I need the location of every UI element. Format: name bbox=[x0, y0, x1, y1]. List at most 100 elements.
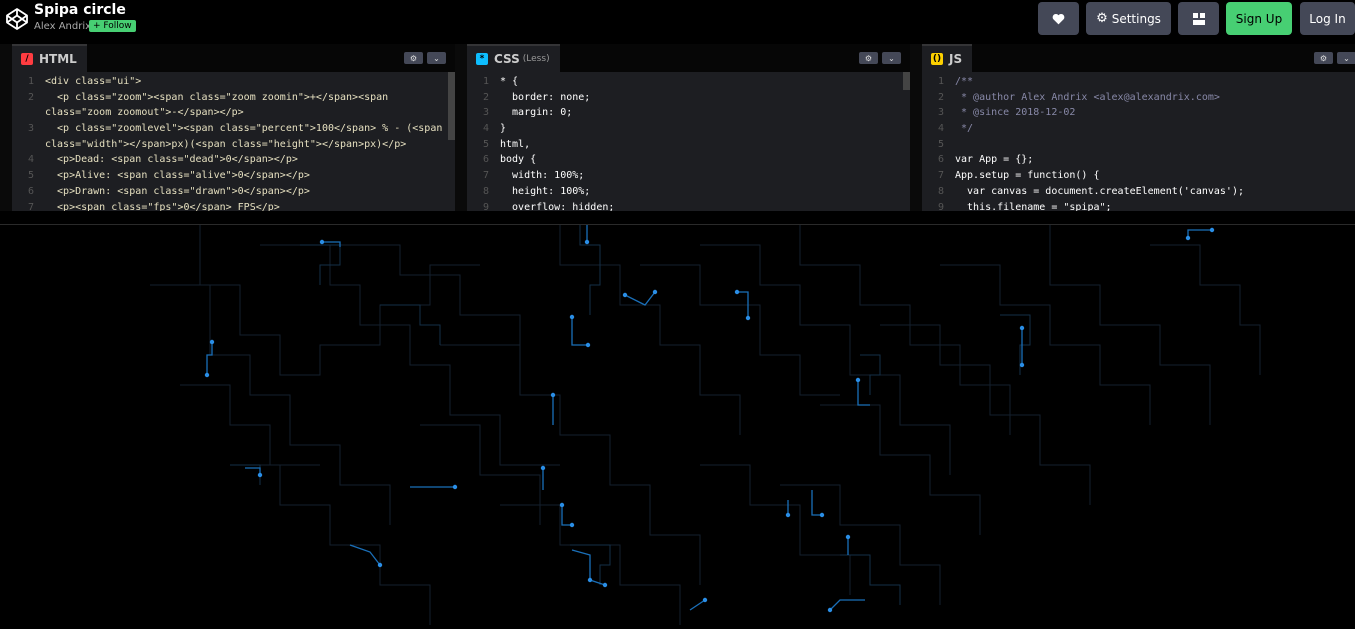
code-text: <div class="ui"> bbox=[45, 76, 142, 87]
code-line[interactable]: 8 height: 100%; bbox=[467, 184, 910, 200]
line-number: 3 bbox=[482, 107, 489, 119]
code-line[interactable]: 4} bbox=[467, 121, 910, 137]
code-text: overflow: hidden; bbox=[500, 201, 615, 212]
line-number: 2 bbox=[482, 91, 489, 103]
html-editor-panel: / HTML ⚙ ⌄ 1 <div class="ui"> 2 <p class="… bbox=[12, 44, 455, 211]
code-text: margin: 0; bbox=[500, 107, 573, 119]
code-line[interactable]: 5 bbox=[922, 137, 1355, 153]
preview-canvas[interactable] bbox=[0, 225, 1355, 625]
code-text: * { bbox=[500, 76, 519, 87]
code-line[interactable]: 3 margin: 0; bbox=[467, 105, 910, 121]
code-text: <p class="zoom"><span class="zoom zoomin… bbox=[45, 91, 389, 103]
code-line[interactable]: 2 * @author Alex Andrix <alex@alexandrix… bbox=[922, 90, 1355, 106]
line-number: 6 bbox=[482, 154, 489, 166]
html-code[interactable]: 1 <div class="ui"> 2 <p class="zoom"><span… bbox=[12, 74, 455, 211]
code-line[interactable]: 3 <p class="zoomlevel"><span class="perc… bbox=[12, 121, 455, 137]
code-line[interactable]: 6 var App = {}; bbox=[922, 152, 1355, 168]
line-number: 8 bbox=[937, 185, 944, 197]
code-line[interactable]: 9 overflow: hidden; bbox=[467, 200, 910, 212]
code-text: var canvas = document.createElement('can… bbox=[955, 185, 1244, 197]
preview-resizer[interactable] bbox=[0, 211, 1355, 225]
code-text: height: 100%; bbox=[500, 185, 591, 197]
html-tab[interactable]: / HTML bbox=[12, 44, 87, 72]
editor-divider[interactable] bbox=[910, 44, 922, 211]
top-bar: Spipa circle Alex Andrix + Follow ⚙ Sett… bbox=[0, 0, 1355, 45]
code-text: * @since 2018-12-02 bbox=[955, 107, 1076, 119]
code-line[interactable]: 7 App.setup = function() { bbox=[922, 168, 1355, 184]
line-number: 4 bbox=[937, 123, 944, 135]
signup-button[interactable]: Sign Up bbox=[1226, 2, 1292, 35]
js-tab-label: JS bbox=[949, 52, 963, 66]
css-tab-label: CSS bbox=[494, 52, 520, 66]
code-line[interactable]: 2 <p class="zoom"><span class="zoom zoom… bbox=[12, 90, 455, 106]
code-line[interactable]: 3 * @since 2018-12-02 bbox=[922, 105, 1355, 121]
code-line[interactable]: 5 html, bbox=[467, 137, 910, 153]
spipa-artwork bbox=[150, 225, 1261, 625]
editor-divider[interactable] bbox=[0, 44, 12, 211]
html-scrollbar[interactable] bbox=[448, 72, 455, 140]
line-number: 3 bbox=[27, 123, 34, 135]
code-line[interactable]: 6 body { bbox=[467, 152, 910, 168]
js-settings-gear-icon[interactable]: ⚙ bbox=[1314, 52, 1333, 64]
html-settings-gear-icon[interactable]: ⚙ bbox=[404, 52, 423, 64]
layout-grid-icon bbox=[1192, 12, 1205, 25]
code-line[interactable]: 1 /** bbox=[922, 74, 1355, 90]
js-collapse-chevron-down-icon[interactable]: ⌄ bbox=[1337, 52, 1355, 64]
css-preprocessor-label: (Less) bbox=[522, 54, 550, 64]
css-scrollbar[interactable] bbox=[903, 72, 910, 90]
line-number: 9 bbox=[937, 201, 944, 212]
code-line[interactable]: 8 var canvas = document.createElement('c… bbox=[922, 184, 1355, 200]
css-collapse-chevron-down-icon[interactable]: ⌄ bbox=[882, 52, 901, 64]
code-line[interactable]: 9 this.filename = "spipa"; bbox=[922, 200, 1355, 212]
follow-button[interactable]: + Follow bbox=[89, 20, 136, 32]
line-number: 2 bbox=[937, 91, 944, 103]
settings-button[interactable]: ⚙ Settings bbox=[1086, 2, 1171, 35]
line-number: 7 bbox=[27, 201, 34, 212]
code-line[interactable]: 1 <div class="ui"> bbox=[12, 74, 455, 90]
js-editor-panel: () JS ⚙ ⌄ 1 /** 2 * @author Alex Andrix <a… bbox=[922, 44, 1355, 211]
editor-divider[interactable] bbox=[455, 44, 467, 211]
code-text: width: 100%; bbox=[500, 170, 585, 182]
code-line[interactable]: 7 <p><span class="fps">0</span> FPS</p> bbox=[12, 200, 455, 212]
line-number: 5 bbox=[482, 138, 489, 150]
css-settings-gear-icon[interactable]: ⚙ bbox=[859, 52, 878, 64]
login-button[interactable]: Log In bbox=[1300, 2, 1355, 35]
css-tab[interactable]: * CSS (Less) bbox=[467, 44, 560, 72]
css-code[interactable]: 1 * {2 border: none; 3 margin: 0; 4} 5 html, 6… bbox=[467, 74, 910, 211]
css-editor-panel: * CSS (Less) ⚙ ⌄ 1 * {2 border: none; 3 ma… bbox=[467, 44, 910, 211]
code-text: <p>Drawn: <span class="drawn">0</span></… bbox=[45, 185, 310, 197]
heart-button[interactable] bbox=[1038, 2, 1079, 35]
code-text: html, bbox=[500, 138, 531, 150]
code-text: * @author Alex Andrix <alex@alexandrix.c… bbox=[955, 91, 1220, 103]
code-line[interactable]: 1 * { bbox=[467, 74, 910, 90]
line-number: 1 bbox=[27, 76, 34, 87]
code-line[interactable]: 4 <p>Dead: <span class="dead">0</span></… bbox=[12, 152, 455, 168]
line-number: 3 bbox=[937, 107, 944, 119]
code-line[interactable]: 4 */ bbox=[922, 121, 1355, 137]
heart-icon bbox=[1052, 13, 1065, 24]
code-line[interactable]: 7 width: 100%; bbox=[467, 168, 910, 184]
line-number: 8 bbox=[482, 185, 489, 197]
codepen-logo-icon[interactable] bbox=[5, 7, 29, 31]
line-number: 6 bbox=[937, 154, 944, 166]
js-tab[interactable]: () JS bbox=[922, 44, 973, 72]
html-tab-label: HTML bbox=[39, 52, 77, 66]
code-line[interactable]: class="zoom zoomout">-</span></p> bbox=[12, 105, 455, 121]
code-line[interactable]: class="width"></span>px)(<span class="he… bbox=[12, 137, 455, 153]
code-text: App.setup = function() { bbox=[955, 170, 1100, 182]
layout-button[interactable] bbox=[1178, 2, 1219, 35]
js-code[interactable]: 1 /** 2 * @author Alex Andrix <alex@alexan… bbox=[922, 74, 1355, 211]
line-number: 7 bbox=[482, 170, 489, 182]
line-number: 4 bbox=[482, 123, 489, 135]
pen-title: Spipa circle bbox=[34, 2, 126, 18]
code-line[interactable]: 5 <p>Alive: <span class="alive">0</span>… bbox=[12, 168, 455, 184]
code-line[interactable]: 2 border: none; bbox=[467, 90, 910, 106]
code-text: this.filename = "spipa"; bbox=[955, 201, 1112, 212]
author-name[interactable]: Alex Andrix bbox=[34, 21, 91, 32]
code-line[interactable]: 6 <p>Drawn: <span class="drawn">0</span>… bbox=[12, 184, 455, 200]
line-number: 7 bbox=[937, 170, 944, 182]
code-text: /** bbox=[955, 76, 974, 87]
html-collapse-chevron-down-icon[interactable]: ⌄ bbox=[427, 52, 446, 64]
code-text: body { bbox=[500, 154, 537, 166]
line-number: 2 bbox=[27, 91, 34, 103]
